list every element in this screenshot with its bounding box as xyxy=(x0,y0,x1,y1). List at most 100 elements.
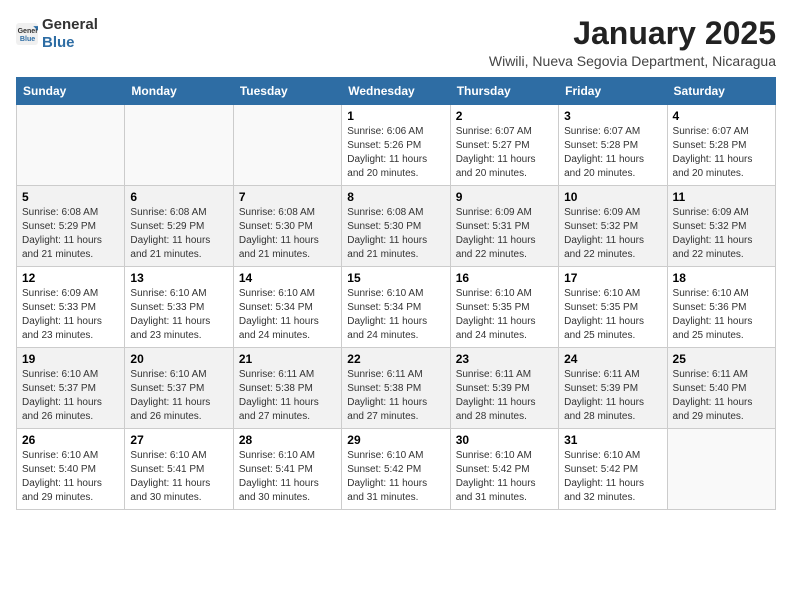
day-info: Sunrise: 6:09 AMSunset: 5:31 PMDaylight:… xyxy=(456,206,553,262)
calendar-table: SundayMondayTuesdayWednesdayThursdayFrid… xyxy=(16,77,776,510)
calendar-day-cell: 22 Sunrise: 6:11 AMSunset: 5:38 PMDayligh… xyxy=(342,348,450,429)
calendar-day-cell: 30Sunrise: 6:10 AMSunset: 5:42 PMDayligh… xyxy=(450,429,558,510)
day-info: Sunrise: 6:08 AMSunset: 5:30 PMDaylight:… xyxy=(239,206,336,262)
title-area: January 2025 Wiwili, Nueva Segovia Depar… xyxy=(489,16,776,69)
calendar-day-cell: 14 Sunrise: 6:10 AMSunset: 5:34 PMDayligh… xyxy=(233,267,341,348)
day-info: Sunrise: 6:11 AMSunset: 5:38 PMDaylight:… xyxy=(347,368,444,424)
calendar-day-cell: 24 Sunrise: 6:11 AMSunset: 5:39 PMDayligh… xyxy=(559,348,667,429)
calendar-day-cell: 4Sunrise: 6:07 AMSunset: 5:28 PMDaylight… xyxy=(667,105,775,186)
weekday-header-thursday: Thursday xyxy=(450,78,558,105)
calendar-day-cell: 26 Sunrise: 6:10 AMSunset: 5:40 PMDayligh… xyxy=(17,429,125,510)
day-number: 13 xyxy=(130,271,227,285)
day-info: Sunrise: 6:10 AMSunset: 5:35 PMDaylight:… xyxy=(564,287,661,343)
day-info: Sunrise: 6:08 AMSunset: 5:29 PMDaylight:… xyxy=(130,206,227,262)
svg-text:Blue: Blue xyxy=(20,36,35,43)
calendar-day-cell: 3 Sunrise: 6:07 AMSunset: 5:28 PMDaylight… xyxy=(559,105,667,186)
day-number: 8 xyxy=(347,190,444,204)
calendar-day-cell: 5Sunrise: 6:08 AMSunset: 5:29 PMDaylight… xyxy=(17,186,125,267)
calendar-day-cell xyxy=(125,105,233,186)
page-header: General Blue General Blue January 2025 W… xyxy=(16,16,776,69)
day-number: 23 xyxy=(456,352,553,366)
calendar-day-cell: 31 Sunrise: 6:10 AMSunset: 5:42 PMDayligh… xyxy=(559,429,667,510)
day-number: 11 xyxy=(673,190,770,204)
calendar-day-cell: 21 Sunrise: 6:11 AMSunset: 5:38 PMDayligh… xyxy=(233,348,341,429)
day-number: 9 xyxy=(456,190,553,204)
day-info: Sunrise: 6:10 AMSunset: 5:41 PMDaylight:… xyxy=(239,449,336,505)
calendar-week-row: 26 Sunrise: 6:10 AMSunset: 5:40 PMDayligh… xyxy=(17,429,776,510)
calendar-day-cell: 9 Sunrise: 6:09 AMSunset: 5:31 PMDaylight… xyxy=(450,186,558,267)
day-number: 12 xyxy=(22,271,119,285)
calendar-week-row: 1Sunrise: 6:06 AMSunset: 5:26 PMDaylight… xyxy=(17,105,776,186)
logo-icon: General Blue xyxy=(16,23,38,45)
weekday-header-saturday: Saturday xyxy=(667,78,775,105)
calendar-day-cell: 25 Sunrise: 6:11 AMSunset: 5:40 PMDayligh… xyxy=(667,348,775,429)
day-info: Sunrise: 6:07 AMSunset: 5:28 PMDaylight:… xyxy=(564,125,661,181)
day-number: 7 xyxy=(239,190,336,204)
day-number: 2 xyxy=(456,109,553,123)
calendar-day-cell: 12 Sunrise: 6:09 AMSunset: 5:33 PMDayligh… xyxy=(17,267,125,348)
day-info: Sunrise: 6:10 AMSunset: 5:37 PMDaylight:… xyxy=(130,368,227,424)
day-number: 15 xyxy=(347,271,444,285)
day-info: Sunrise: 6:10 AMSunset: 5:40 PMDaylight:… xyxy=(22,449,119,505)
day-number: 18 xyxy=(673,271,770,285)
calendar-day-cell: 13 Sunrise: 6:10 AMSunset: 5:33 PMDayligh… xyxy=(125,267,233,348)
day-number: 31 xyxy=(564,433,661,447)
logo: General Blue General Blue xyxy=(16,16,98,52)
calendar-day-cell: 16 Sunrise: 6:10 AMSunset: 5:35 PMDayligh… xyxy=(450,267,558,348)
calendar-day-cell: 11 Sunrise: 6:09 AMSunset: 5:32 PMDayligh… xyxy=(667,186,775,267)
day-number: 6 xyxy=(130,190,227,204)
day-info: Sunrise: 6:08 AMSunset: 5:29 PMDaylight:… xyxy=(22,206,119,262)
logo-text: General Blue xyxy=(42,16,98,52)
day-number: 17 xyxy=(564,271,661,285)
day-number: 26 xyxy=(22,433,119,447)
day-info: Sunrise: 6:10 AMSunset: 5:33 PMDaylight:… xyxy=(130,287,227,343)
calendar-week-row: 12 Sunrise: 6:09 AMSunset: 5:33 PMDayligh… xyxy=(17,267,776,348)
day-info: Sunrise: 6:11 AMSunset: 5:40 PMDaylight:… xyxy=(673,368,770,424)
calendar-day-cell: 15 Sunrise: 6:10 AMSunset: 5:34 PMDayligh… xyxy=(342,267,450,348)
day-number: 27 xyxy=(130,433,227,447)
day-number: 14 xyxy=(239,271,336,285)
day-info: Sunrise: 6:10 AMSunset: 5:34 PMDaylight:… xyxy=(347,287,444,343)
location-subtitle: Wiwili, Nueva Segovia Department, Nicara… xyxy=(489,53,776,69)
day-info: Sunrise: 6:11 AMSunset: 5:38 PMDaylight:… xyxy=(239,368,336,424)
calendar-day-cell: 28 Sunrise: 6:10 AMSunset: 5:41 PMDayligh… xyxy=(233,429,341,510)
day-number: 19 xyxy=(22,352,119,366)
day-number: 3 xyxy=(564,109,661,123)
calendar-day-cell xyxy=(667,429,775,510)
day-number: 21 xyxy=(239,352,336,366)
day-number: 4 xyxy=(673,109,770,123)
month-title: January 2025 xyxy=(489,16,776,51)
day-info: Sunrise: 6:10 AMSunset: 5:34 PMDaylight:… xyxy=(239,287,336,343)
day-info: Sunrise: 6:11 AMSunset: 5:39 PMDaylight:… xyxy=(456,368,553,424)
calendar-day-cell xyxy=(17,105,125,186)
day-info: Sunrise: 6:09 AMSunset: 5:33 PMDaylight:… xyxy=(22,287,119,343)
day-number: 28 xyxy=(239,433,336,447)
day-number: 22 xyxy=(347,352,444,366)
calendar-day-cell: 23 Sunrise: 6:11 AMSunset: 5:39 PMDayligh… xyxy=(450,348,558,429)
weekday-header-monday: Monday xyxy=(125,78,233,105)
weekday-header-sunday: Sunday xyxy=(17,78,125,105)
calendar-week-row: 5Sunrise: 6:08 AMSunset: 5:29 PMDaylight… xyxy=(17,186,776,267)
calendar-day-cell: 27 Sunrise: 6:10 AMSunset: 5:41 PMDayligh… xyxy=(125,429,233,510)
calendar-day-cell: 1Sunrise: 6:06 AMSunset: 5:26 PMDaylight… xyxy=(342,105,450,186)
day-info: Sunrise: 6:10 AMSunset: 5:42 PMDaylight:… xyxy=(564,449,661,505)
weekday-header-friday: Friday xyxy=(559,78,667,105)
day-info: Sunrise: 6:11 AMSunset: 5:39 PMDaylight:… xyxy=(564,368,661,424)
calendar-day-cell: 29Sunrise: 6:10 AMSunset: 5:42 PMDayligh… xyxy=(342,429,450,510)
day-info: Sunrise: 6:10 AMSunset: 5:41 PMDaylight:… xyxy=(130,449,227,505)
day-number: 16 xyxy=(456,271,553,285)
calendar-day-cell: 2Sunrise: 6:07 AMSunset: 5:27 PMDaylight… xyxy=(450,105,558,186)
day-info: Sunrise: 6:08 AMSunset: 5:30 PMDaylight:… xyxy=(347,206,444,262)
calendar-day-cell: 7 Sunrise: 6:08 AMSunset: 5:30 PMDaylight… xyxy=(233,186,341,267)
day-number: 29 xyxy=(347,433,444,447)
calendar-day-cell: 18Sunrise: 6:10 AMSunset: 5:36 PMDayligh… xyxy=(667,267,775,348)
calendar-day-cell xyxy=(233,105,341,186)
day-info: Sunrise: 6:10 AMSunset: 5:35 PMDaylight:… xyxy=(456,287,553,343)
calendar-day-cell: 8 Sunrise: 6:08 AMSunset: 5:30 PMDaylight… xyxy=(342,186,450,267)
day-number: 25 xyxy=(673,352,770,366)
calendar-day-cell: 20Sunrise: 6:10 AMSunset: 5:37 PMDayligh… xyxy=(125,348,233,429)
day-number: 24 xyxy=(564,352,661,366)
svg-text:General: General xyxy=(18,28,38,35)
calendar-day-cell: 10Sunrise: 6:09 AMSunset: 5:32 PMDayligh… xyxy=(559,186,667,267)
day-info: Sunrise: 6:09 AMSunset: 5:32 PMDaylight:… xyxy=(673,206,770,262)
